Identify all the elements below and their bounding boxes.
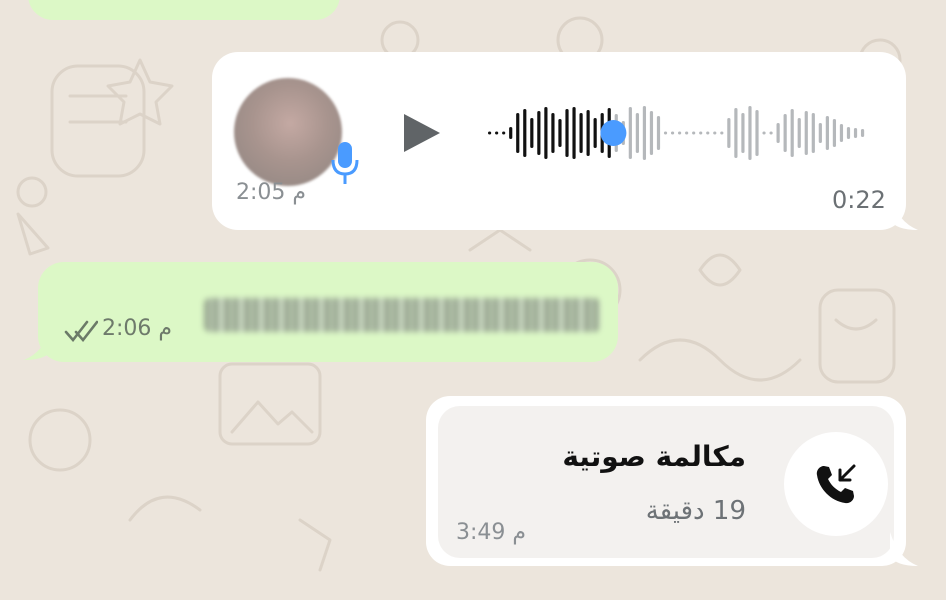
waveform-bar [818, 123, 822, 143]
play-button[interactable] [400, 110, 444, 156]
incoming-call-icon [816, 464, 856, 504]
waveform-bar [642, 106, 647, 160]
waveform-bar [804, 111, 808, 155]
sender-avatar[interactable] [234, 78, 342, 186]
playback-position-handle[interactable] [600, 120, 627, 146]
waveform-bar [846, 127, 851, 139]
microphone-icon [331, 142, 359, 184]
waveform-bar [565, 109, 569, 157]
waveform-bar [706, 131, 710, 135]
waveform-bar [663, 131, 668, 135]
waveform-bar [748, 106, 752, 160]
text-message-bubble[interactable]: 2:06 م [38, 262, 618, 362]
call-card[interactable]: مكالمة صوتية 19 دقيقة 3:49 م [438, 406, 894, 558]
waveform-bar [776, 123, 780, 143]
waveform-bar [558, 119, 562, 147]
waveform-bar [649, 111, 654, 155]
audio-waveform[interactable] [484, 98, 874, 168]
bubble-tail [24, 326, 52, 360]
waveform-bar [811, 113, 815, 153]
waveform-bar [551, 113, 555, 153]
waveform-bar [769, 131, 773, 135]
waveform-bar [762, 131, 766, 135]
waveform-bar [692, 131, 696, 135]
waveform-bar [509, 127, 513, 139]
voice-message-bubble[interactable]: 2:05 م 0:22 [212, 52, 906, 230]
waveform-bar [579, 113, 583, 153]
waveform-bar [741, 113, 745, 153]
waveform-bar [488, 131, 492, 135]
waveform-bar [825, 116, 829, 150]
waveform-bar [797, 118, 801, 148]
waveform-bar [628, 107, 632, 159]
waveform-bar [502, 131, 506, 135]
waveform-bar [516, 113, 520, 153]
waveform-bar [586, 110, 590, 156]
waveform-bar [755, 110, 759, 156]
bubble-tail [890, 532, 918, 566]
waveform-bar [839, 124, 844, 142]
previous-message-bubble [28, 0, 340, 20]
waveform-bar [537, 111, 541, 155]
bubble-tail [890, 196, 918, 230]
waveform-bar [853, 128, 858, 138]
call-icon-circle[interactable] [784, 432, 888, 536]
call-duration: 19 دقيقة [645, 496, 746, 526]
waveform-bar [720, 131, 724, 135]
waveform-bar [832, 119, 837, 147]
waveform-bar [727, 118, 731, 148]
waveform-bar [530, 118, 534, 148]
waveform-bar [572, 107, 576, 159]
waveform-bar [635, 113, 639, 153]
voice-call-bubble[interactable]: مكالمة صوتية 19 دقيقة 3:49 م [426, 396, 906, 566]
waveform-bar [783, 114, 787, 152]
waveform-bar [860, 129, 865, 137]
waveform-bar [544, 107, 548, 159]
waveform-bar [685, 131, 689, 135]
call-title: مكالمة صوتية [562, 440, 746, 473]
waveform-bar [593, 118, 597, 148]
waveform-bar [678, 131, 682, 135]
waveform-bar [656, 116, 661, 150]
text-message-time: 2:06 م [102, 316, 173, 341]
waveform-bar [699, 131, 703, 135]
double-check-icon [64, 320, 98, 342]
voice-message-duration: 0:22 [832, 186, 886, 214]
waveform-bar [790, 109, 794, 157]
waveform-bar [734, 108, 738, 158]
waveform-bar [670, 131, 675, 135]
waveform-bar [713, 131, 717, 135]
waveform-bar [523, 109, 527, 157]
call-time: 3:49 م [456, 520, 527, 545]
waveform-bar [495, 131, 499, 135]
voice-message-time: 2:05 م [236, 180, 307, 205]
blurred-message-text [204, 298, 600, 332]
